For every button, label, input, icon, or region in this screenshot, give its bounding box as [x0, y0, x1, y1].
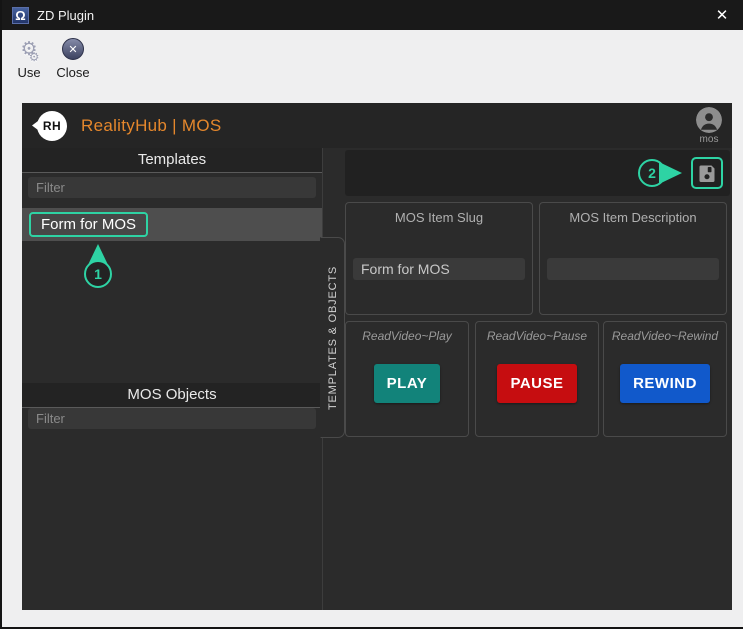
- template-list-item[interactable]: Form for MOS: [22, 208, 322, 241]
- tab-templates-and-objects[interactable]: TEMPLATES & OBJECTS: [320, 237, 345, 438]
- readvideo-pause-group-label: ReadVideo~Pause: [487, 329, 587, 343]
- plugin-window: Ω ZD Plugin ✕ ⚙ ⚙ Use ✕ Close RH Reality…: [0, 0, 743, 629]
- toolbar: ⚙ ⚙ Use ✕ Close: [2, 30, 743, 96]
- mos-item-description-label: MOS Item Description: [569, 210, 696, 225]
- close-button[interactable]: ✕ Close: [54, 36, 92, 90]
- annotation-marker-2: 2: [638, 159, 682, 187]
- readvideo-play-group-label: ReadVideo~Play: [362, 329, 452, 343]
- save-button[interactable]: [691, 157, 723, 189]
- realityhub-logo: RH: [37, 111, 67, 141]
- annotation-number-1: 1: [84, 260, 112, 288]
- templates-section-header: Templates: [22, 148, 322, 173]
- gears-icon: ⚙ ⚙: [20, 36, 37, 62]
- mos-item-description-input[interactable]: [547, 258, 719, 280]
- selected-template-label: Form for MOS: [29, 212, 148, 237]
- use-button[interactable]: ⚙ ⚙ Use: [10, 36, 48, 90]
- omega-app-icon: Ω: [12, 7, 29, 24]
- user-avatar-icon: [696, 107, 722, 133]
- annotation-arrow-right-icon: [659, 162, 682, 184]
- mos-item-slug-input[interactable]: [353, 258, 525, 280]
- close-circle-icon: ✕: [62, 36, 84, 62]
- use-button-label: Use: [17, 65, 40, 80]
- app-header: RH RealityHub | MOS mos: [22, 103, 732, 148]
- mos-item-description-panel: MOS Item Description: [539, 202, 727, 315]
- mos-objects-section-header: MOS Objects: [22, 383, 322, 408]
- mos-objects-filter-input[interactable]: [28, 408, 316, 429]
- username: mos: [700, 134, 719, 145]
- templates-filter-input[interactable]: [28, 177, 316, 198]
- left-sidebar: Templates Form for MOS 1 MOS Objects: [22, 148, 323, 610]
- readvideo-rewind-group-label: ReadVideo~Rewind: [612, 329, 718, 343]
- mos-item-slug-label: MOS Item Slug: [395, 210, 483, 225]
- editor-topbar: 2: [345, 150, 730, 196]
- readvideo-pause-panel: ReadVideo~Pause PAUSE: [475, 321, 599, 437]
- editor-area: 2 MOS Item Slug MOS Item Description: [323, 148, 732, 610]
- save-floppy-icon: [698, 164, 716, 182]
- readvideo-rewind-panel: ReadVideo~Rewind REWIND: [603, 321, 727, 437]
- page-title: RealityHub | MOS: [81, 116, 222, 136]
- readvideo-play-panel: ReadVideo~Play PLAY: [345, 321, 469, 437]
- window-title: ZD Plugin: [37, 8, 94, 23]
- pause-button[interactable]: PAUSE: [497, 364, 576, 403]
- side-tab-label: TEMPLATES & OBJECTS: [327, 266, 339, 410]
- play-button[interactable]: PLAY: [374, 364, 441, 403]
- rewind-button[interactable]: REWIND: [620, 364, 710, 403]
- realityhub-panel: RH RealityHub | MOS mos Templates Form f…: [22, 103, 732, 610]
- window-close-icon[interactable]: ✕: [711, 4, 733, 26]
- user-menu[interactable]: mos: [696, 107, 722, 145]
- titlebar: Ω ZD Plugin ✕: [2, 0, 743, 30]
- annotation-marker-1: 1: [82, 244, 114, 288]
- close-button-label: Close: [56, 65, 89, 80]
- mos-item-slug-panel: MOS Item Slug: [345, 202, 533, 315]
